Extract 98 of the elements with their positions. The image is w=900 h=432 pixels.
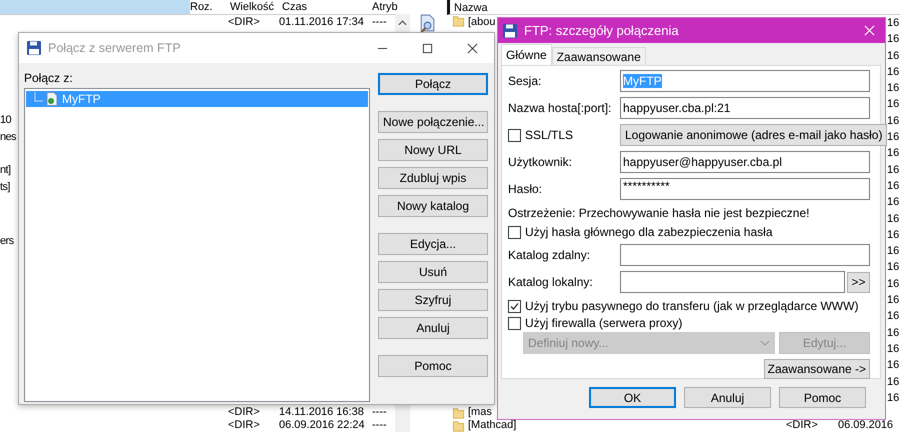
- dialog-button[interactable]: Nowy katalog: [378, 195, 488, 217]
- remote-directory-field[interactable]: [620, 244, 870, 266]
- field-label: Katalog zdalny:: [508, 248, 592, 262]
- date-cell-text: 16: [887, 276, 900, 292]
- firewall-checkbox[interactable]: [508, 316, 521, 330]
- field-label: Katalog lokalny:: [508, 275, 594, 289]
- dialog-button[interactable]: Edycja...: [378, 233, 488, 255]
- date-cell-text: 16: [887, 114, 900, 129]
- date-cell-text: 16: [887, 390, 900, 406]
- size-cell-text: <DIR>: [228, 15, 260, 30]
- tree-label: Połącz z:: [24, 71, 74, 85]
- file-name-cell: nt]: [0, 163, 10, 178]
- date-cell-text: 16: [887, 81, 900, 96]
- folder-icon: [452, 15, 465, 27]
- dialog-button[interactable]: OK: [589, 387, 676, 408]
- date-cell-text: 16: [887, 244, 900, 260]
- password-field[interactable]: **********: [620, 178, 870, 200]
- dialog-button[interactable]: Połącz: [378, 73, 488, 95]
- dialog-button[interactable]: Pomoc: [779, 387, 866, 408]
- checkbox-label[interactable]: Użyj firewalla (serwera proxy): [525, 316, 682, 330]
- date-cell-text: 16: [887, 374, 900, 390]
- advanced-button[interactable]: Zaawansowane ->: [764, 359, 870, 379]
- date-cell: 14.11.2016 16:38: [279, 406, 364, 419]
- dialog-button[interactable]: Nowy URL: [378, 139, 488, 161]
- column-title[interactable]: Nazwa: [454, 2, 488, 14]
- username-field[interactable]: happyuser@happyuser.cba.pl: [620, 151, 870, 173]
- date-cell-text: 16: [887, 97, 900, 112]
- ssl-checkbox[interactable]: [508, 128, 521, 142]
- chevron-down-icon: [760, 340, 770, 346]
- passive-mode-checkbox[interactable]: [508, 300, 521, 312]
- globe-document-icon: [46, 92, 58, 106]
- date-cell-text: 16: [887, 32, 900, 48]
- dialog-button[interactable]: Nowe połączenie...: [378, 111, 488, 133]
- date-cell-text: 16: [887, 212, 900, 227]
- attribute-cell-text: ----: [372, 15, 387, 30]
- date-cell-text: 16: [887, 162, 900, 178]
- browse-button[interactable]: >>: [847, 272, 870, 292]
- column-title[interactable]: Wielkość: [230, 0, 274, 14]
- field-label: Hasło:: [508, 182, 544, 196]
- date-cell-text: 16: [887, 178, 900, 194]
- folder-icon: [452, 407, 465, 419]
- column-title[interactable]: Atryb: [372, 0, 398, 14]
- dialog-button[interactable]: Pomoc: [378, 355, 488, 377]
- size-cell: <DIR>: [786, 419, 818, 432]
- dialog-button[interactable]: Anuluj: [684, 387, 771, 408]
- dialog-button[interactable]: Szyfruj: [378, 289, 488, 311]
- date-cell-text: 16: [887, 228, 900, 243]
- dialog-button[interactable]: Usuń: [378, 261, 488, 283]
- tab[interactable]: Główne: [501, 44, 552, 65]
- column-title[interactable]: Roz.: [190, 0, 213, 14]
- size-cell: <DIR>: [228, 406, 260, 419]
- column-title[interactable]: Czas: [282, 0, 308, 14]
- file-name-cell: 10: [0, 113, 12, 128]
- dialog-button[interactable]: Anuluj: [378, 317, 488, 339]
- close-icon[interactable]: [467, 42, 478, 54]
- checkbox-label[interactable]: Użyj hasła głównego dla zabezpieczenia hasła: [525, 225, 772, 239]
- folder-name[interactable]: [Mathcad]: [468, 419, 516, 432]
- date-cell-text: 16: [887, 342, 900, 357]
- date-cell-text: 16: [887, 16, 900, 31]
- document-search-icon[interactable]: [418, 14, 435, 35]
- anonymous-login-button[interactable]: Logowanie anonimowe (adres e-mail jako hasło): [620, 124, 888, 146]
- warning-text: Ostrzeżenie: Przechowywanie hasła nie jest bezpieczne!: [508, 206, 810, 220]
- date-cell-text: 16: [887, 48, 900, 64]
- date-cell-text: 16: [887, 195, 900, 210]
- maximize-icon[interactable]: [422, 42, 433, 54]
- master-password-checkbox[interactable]: [508, 226, 521, 238]
- date-cell-text: 16: [887, 309, 900, 324]
- scroll-up-icon[interactable]: [398, 20, 407, 26]
- checkbox-label[interactable]: Użyj trybu pasywnego do transferu (jak w przeglądarce WWW): [525, 299, 858, 313]
- host-field[interactable]: happyuser.cba.pl:21: [620, 97, 870, 119]
- field-label: Użytkownik:: [508, 155, 574, 169]
- window-title: Połącz z serwerem FTP: [48, 41, 182, 55]
- file-name-cell: ers: [0, 234, 14, 249]
- file-name-cell: nes: [0, 130, 16, 145]
- date-cell-text: 01.11.2016 17:34: [279, 15, 364, 30]
- file-name-cell: ts]: [0, 180, 10, 195]
- window-title: FTP: szczegóły połączenia: [524, 23, 680, 38]
- date-cell-text: 16: [887, 64, 900, 80]
- date-cell: 06.09.2016: [838, 419, 894, 432]
- date-cell-text: 16: [887, 260, 900, 276]
- size-cell: <DIR>: [228, 419, 260, 432]
- checkbox-label[interactable]: SSL/TLS: [525, 128, 574, 142]
- date-cell: 06.09.2016 22:24: [279, 419, 365, 432]
- folder-name[interactable]: [mas: [468, 406, 492, 419]
- date-cell-text: 16: [887, 326, 900, 341]
- tab[interactable]: Zaawansowane: [552, 47, 646, 65]
- folder-icon: [452, 420, 465, 432]
- date-cell-text: 16: [887, 358, 900, 374]
- date-cell-text: 16: [887, 130, 900, 146]
- local-directory-field[interactable]: [620, 271, 845, 293]
- field-label: Sesja:: [508, 74, 542, 88]
- date-cell-text: 16: [887, 293, 900, 308]
- field-label: Nazwa hosta[:port]:: [508, 101, 612, 115]
- attribute-cell: ----: [372, 419, 387, 432]
- date-cell-text: 16: [887, 146, 900, 162]
- folder-name[interactable]: [abou: [468, 14, 496, 31]
- attribute-cell: ----: [372, 406, 387, 419]
- dialog-button[interactable]: Zdubluj wpis: [378, 167, 488, 189]
